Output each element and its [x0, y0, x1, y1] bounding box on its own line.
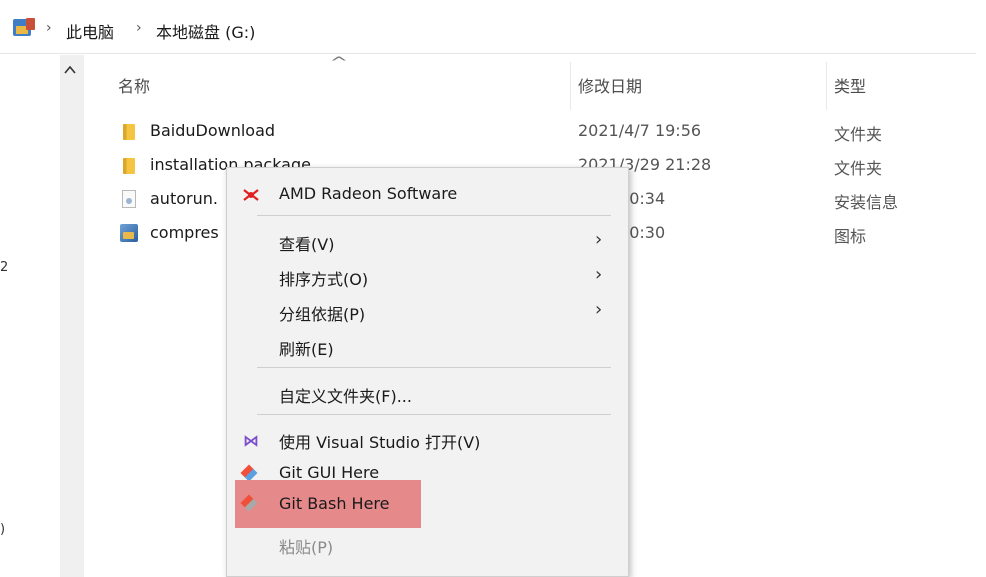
- drive-icon: [12, 17, 36, 39]
- nav-fragment: ): [0, 522, 6, 537]
- collapse-icon[interactable]: [64, 64, 76, 78]
- visual-studio-icon: ⋈: [243, 431, 259, 450]
- menu-item-amd[interactable]: AMD Radeon Software: [227, 176, 628, 212]
- menu-label: Git Bash Here: [279, 494, 390, 513]
- menu-label: 分组依据(P): [279, 305, 366, 324]
- column-header-type[interactable]: 类型: [834, 73, 866, 97]
- file-name: BaiduDownload: [150, 121, 276, 140]
- file-name: compres: [150, 223, 219, 242]
- amd-icon: [241, 185, 261, 205]
- sort-ascending-icon: ^: [329, 55, 349, 71]
- menu-item-view[interactable]: 查看(V) ›: [227, 223, 628, 259]
- menu-label: 刷新(E): [279, 340, 334, 359]
- menu-separator: [257, 215, 611, 216]
- menu-item-sort[interactable]: 排序方式(O) ›: [227, 258, 628, 294]
- column-header-date[interactable]: 修改日期: [578, 73, 642, 97]
- menu-label: 自定义文件夹(F)...: [279, 387, 412, 406]
- breadcrumb-separator: ›: [136, 20, 142, 36]
- nav-fragment: 2: [0, 260, 9, 275]
- menu-item-git-bash[interactable]: Git Bash Here: [235, 480, 421, 528]
- menu-label: 粘贴(P): [279, 538, 334, 557]
- image-icon: [120, 224, 138, 242]
- git-icon: [240, 494, 261, 514]
- column-header-name[interactable]: 名称: [118, 73, 150, 97]
- chevron-right-icon: ›: [595, 229, 603, 250]
- menu-label: 使用 Visual Studio 打开(V): [279, 433, 481, 452]
- folder-icon: [120, 122, 138, 140]
- breadcrumb-separator: ›: [46, 20, 52, 36]
- pane-divider[interactable]: [60, 55, 84, 577]
- file-row[interactable]: BaiduDownload 2021/4/7 19:56 文件夹: [100, 114, 976, 148]
- file-type: 图标: [834, 227, 867, 246]
- file-date: 2021/4/7 19:56: [578, 121, 702, 140]
- menu-item-open-visual-studio[interactable]: ⋈ 使用 Visual Studio 打开(V): [227, 421, 628, 457]
- menu-label: 查看(V): [279, 235, 335, 254]
- file-type: 文件夹: [834, 159, 883, 178]
- chevron-right-icon: ›: [595, 299, 603, 320]
- file-type: 安装信息: [834, 193, 899, 212]
- column-divider[interactable]: [826, 62, 827, 110]
- folder-icon: [120, 156, 138, 174]
- menu-label: AMD Radeon Software: [279, 184, 458, 203]
- navigation-pane[interactable]: 2 ): [0, 55, 60, 577]
- breadcrumb-drive-g[interactable]: 本地磁盘 (G:): [156, 19, 255, 43]
- file-type: 文件夹: [834, 125, 883, 144]
- breadcrumb-this-pc[interactable]: 此电脑: [66, 19, 114, 43]
- column-divider[interactable]: [570, 62, 571, 110]
- chevron-right-icon: ›: [595, 264, 603, 285]
- address-bar[interactable]: › 此电脑 › 本地磁盘 (G:): [0, 6, 976, 54]
- menu-label: 排序方式(O): [279, 270, 369, 289]
- menu-separator: [257, 414, 611, 415]
- menu-item-group[interactable]: 分组依据(P) ›: [227, 293, 628, 329]
- menu-separator: [257, 367, 611, 368]
- context-menu[interactable]: AMD Radeon Software 查看(V) › 排序方式(O) › 分组…: [226, 167, 629, 577]
- menu-item-refresh[interactable]: 刷新(E): [227, 328, 628, 364]
- menu-item-customize-folder[interactable]: 自定义文件夹(F)...: [227, 375, 628, 411]
- menu-item-paste[interactable]: 粘贴(P): [227, 526, 628, 562]
- file-icon: [120, 190, 138, 208]
- file-name: autorun.: [150, 189, 218, 208]
